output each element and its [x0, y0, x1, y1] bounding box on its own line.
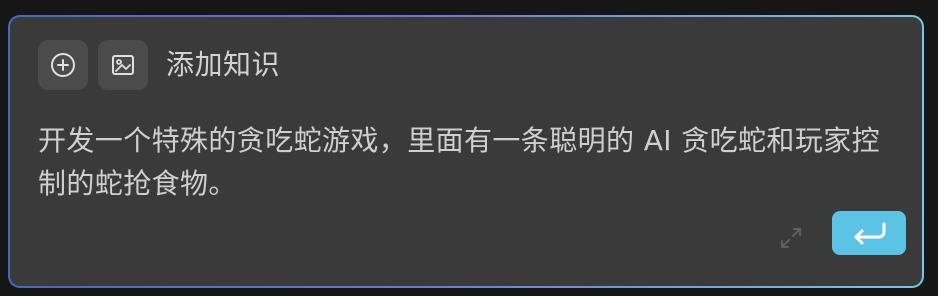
expand-icon[interactable]	[774, 221, 808, 255]
prompt-text[interactable]: 开发一个特殊的贪吃蛇游戏，里面有一条聪明的 AI 贪吃蛇和玩家控制的蛇抢食物。	[38, 119, 898, 205]
composer-toolbar: 添加知识	[38, 40, 280, 90]
return-arrow-icon	[848, 220, 890, 246]
image-button[interactable]	[98, 40, 148, 90]
send-button[interactable]	[832, 211, 906, 255]
composer-frame: 添加知识 开发一个特殊的贪吃蛇游戏，里面有一条聪明的 AI 贪吃蛇和玩家控制的蛇…	[8, 15, 924, 288]
image-icon	[110, 52, 136, 78]
composer-panel: 添加知识 开发一个特殊的贪吃蛇游戏，里面有一条聪明的 AI 贪吃蛇和玩家控制的蛇…	[10, 17, 922, 286]
add-knowledge-button[interactable]: 添加知识	[166, 40, 280, 90]
add-button[interactable]	[38, 40, 88, 90]
plus-circle-icon	[50, 52, 76, 78]
